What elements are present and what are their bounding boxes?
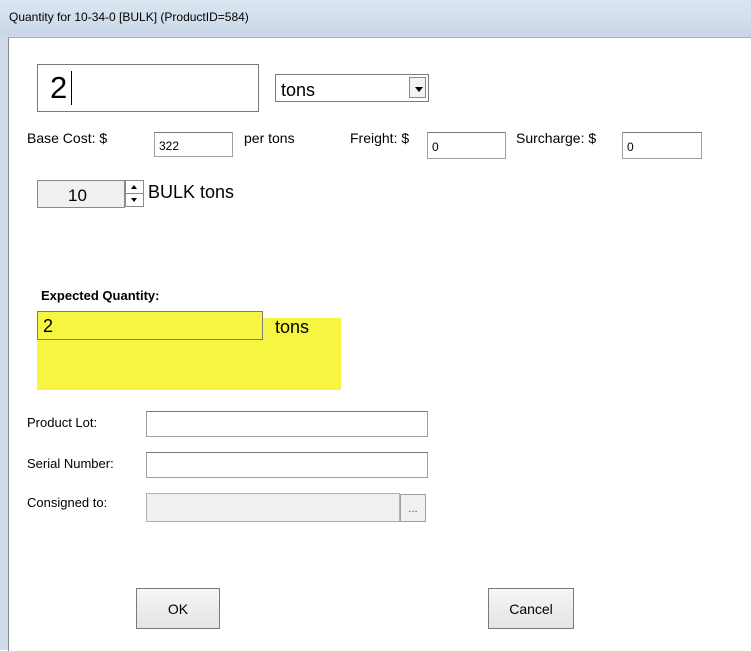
base-cost-value: 322 <box>159 139 180 153</box>
base-cost-input[interactable]: 322 <box>154 132 233 157</box>
bulk-spin-value: 10 <box>68 186 87 205</box>
product-lot-label: Product Lot: <box>27 415 98 430</box>
expected-quantity-value: 2 <box>43 316 54 336</box>
consigned-to-browse-button[interactable]: ... <box>400 494 426 522</box>
expected-quantity-unit: tons <box>275 317 310 337</box>
bulk-spinner[interactable] <box>125 180 144 207</box>
bulk-unit-label: BULK tons <box>148 182 235 202</box>
window-title: Quantity for 10-34-0 [BULK] (ProductID=5… <box>9 10 249 24</box>
freight-value: 0 <box>432 140 439 154</box>
product-lot-input[interactable] <box>146 411 428 437</box>
per-unit-label: per tons <box>244 130 295 146</box>
expected-quantity-input[interactable]: 2 <box>37 311 263 340</box>
ellipsis-icon: ... <box>408 503 418 515</box>
surcharge-label: Surcharge: $ <box>516 130 597 146</box>
text-cursor <box>71 71 72 105</box>
serial-number-label: Serial Number: <box>27 456 114 471</box>
chevron-up-icon[interactable] <box>126 181 143 194</box>
quantity-input[interactable]: 2 <box>37 64 259 112</box>
chevron-down-icon[interactable] <box>409 77 426 98</box>
unit-select-value: tons <box>281 80 316 100</box>
expected-quantity-label: Expected Quantity: <box>41 288 160 303</box>
surcharge-input[interactable]: 0 <box>622 132 702 159</box>
dialog-content: 2 tons Base Cost: $ 322 per tons Freight… <box>8 37 751 651</box>
bulk-spin-input[interactable]: 10 <box>37 180 125 208</box>
freight-label: Freight: $ <box>350 130 410 146</box>
consigned-to-input <box>146 493 400 522</box>
unit-select[interactable]: tons <box>275 74 429 102</box>
cancel-button-label: Cancel <box>509 601 553 617</box>
cancel-button[interactable]: Cancel <box>488 588 574 629</box>
serial-number-input[interactable] <box>146 452 428 478</box>
title-bar: Quantity for 10-34-0 [BULK] (ProductID=5… <box>0 0 751 36</box>
surcharge-value: 0 <box>627 140 634 154</box>
chevron-down-icon[interactable] <box>126 194 143 206</box>
ok-button-label: OK <box>167 601 189 617</box>
quantity-dialog: Quantity for 10-34-0 [BULK] (ProductID=5… <box>0 0 751 651</box>
base-cost-label: Base Cost: $ <box>27 130 108 146</box>
consigned-to-label: Consigned to: <box>27 495 108 510</box>
ok-button[interactable]: OK <box>136 588 220 629</box>
quantity-value: 2 <box>50 70 68 105</box>
freight-input[interactable]: 0 <box>427 132 506 159</box>
